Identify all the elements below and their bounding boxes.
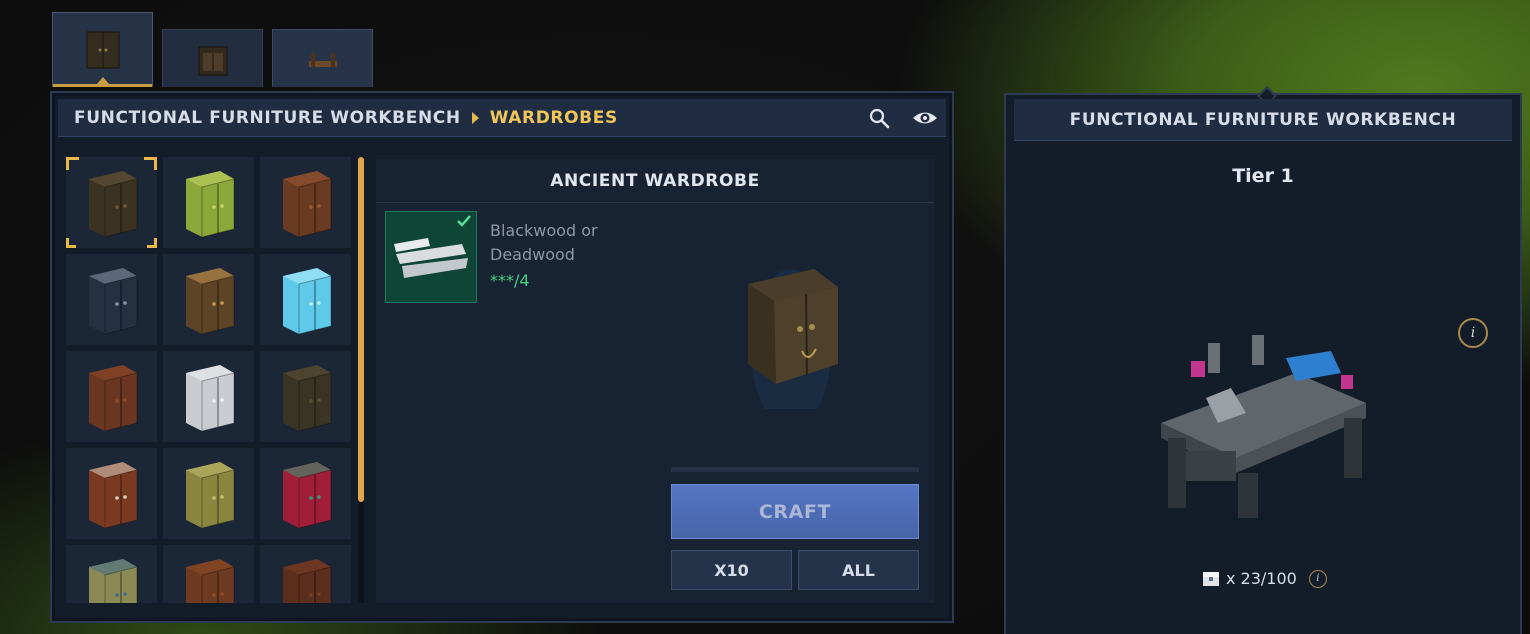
- wardrobe-icon: [88, 558, 137, 603]
- check-icon: [457, 215, 471, 227]
- item-grid: [66, 157, 354, 603]
- info-icon[interactable]: i: [1458, 318, 1488, 348]
- crafting-panel: FUNCTIONAL FURNITURE WORKBENCH WARDROBES…: [50, 91, 954, 623]
- wardrobe-icon: [88, 461, 137, 529]
- breadcrumb-arrow-icon: [471, 111, 479, 124]
- cabinet-tab-icon: [198, 46, 227, 75]
- planks-icon: [394, 238, 468, 278]
- recipe-item[interactable]: [260, 448, 351, 539]
- wardrobe-icon: [185, 558, 234, 603]
- wardrobe-icon: [185, 364, 234, 432]
- recipe-item[interactable]: [163, 351, 254, 442]
- wardrobe-icon: [88, 364, 137, 432]
- wardrobe-icon: [282, 364, 331, 432]
- recipe-item[interactable]: [163, 157, 254, 248]
- item-preview: [748, 269, 838, 409]
- recipe-item[interactable]: [163, 254, 254, 345]
- tier-label: Tier 1: [1232, 165, 1294, 187]
- wardrobe-icon: [88, 170, 137, 238]
- breadcrumb-root[interactable]: FUNCTIONAL FURNITURE WORKBENCH: [74, 108, 461, 128]
- recipe-item[interactable]: [66, 254, 157, 345]
- tab-wardrobes[interactable]: [52, 12, 153, 87]
- wardrobe-icon: [88, 267, 137, 335]
- tab-cabinets[interactable]: [162, 29, 263, 87]
- workbench-title: FUNCTIONAL FURNITURE WORKBENCH: [1014, 99, 1512, 141]
- recipe-detail: ANCIENT WARDROBE Blackwood or Deadwood *…: [376, 159, 934, 603]
- wardrobe-icon: [282, 461, 331, 529]
- bench-tab-icon: [308, 52, 337, 67]
- tab-benches[interactable]: [272, 29, 373, 87]
- storage-info: x 23/100 i: [1202, 569, 1327, 588]
- recipe-item[interactable]: [260, 545, 351, 603]
- material-slot[interactable]: [385, 211, 477, 303]
- craft-all-button[interactable]: ALL: [798, 550, 919, 590]
- scrollbar[interactable]: [358, 157, 364, 603]
- recipe-item[interactable]: [66, 448, 157, 539]
- recipe-title: ANCIENT WARDROBE: [376, 159, 934, 203]
- recipe-item[interactable]: [163, 545, 254, 603]
- wardrobe-icon: [185, 170, 234, 238]
- storage-count: x 23/100: [1226, 569, 1297, 588]
- wardrobe-icon: [282, 267, 331, 335]
- wardrobe-tab-icon: [86, 31, 119, 69]
- eye-icon[interactable]: [912, 107, 937, 129]
- wardrobe-icon: [282, 170, 331, 238]
- recipe-item[interactable]: [66, 545, 157, 603]
- breadcrumb-current: WARDROBES: [489, 107, 618, 128]
- workbench-panel: FUNCTIONAL FURNITURE WORKBENCH Tier 1 i …: [1004, 86, 1522, 634]
- scrollbar-thumb[interactable]: [358, 157, 364, 502]
- material-count: ***/4: [490, 271, 530, 290]
- storage-info-icon[interactable]: i: [1308, 569, 1327, 588]
- recipe-item[interactable]: [66, 351, 157, 442]
- craft-button[interactable]: CRAFT: [671, 484, 919, 539]
- recipe-item[interactable]: [260, 351, 351, 442]
- wardrobe-icon: [282, 558, 331, 603]
- wardrobe-icon: [185, 461, 234, 529]
- craft-x10-button[interactable]: X10: [671, 550, 792, 590]
- recipe-item[interactable]: [260, 254, 351, 345]
- craft-progress-bar: [671, 467, 919, 472]
- search-icon[interactable]: [868, 107, 892, 129]
- recipe-item[interactable]: [66, 157, 157, 248]
- breadcrumb: FUNCTIONAL FURNITURE WORKBENCH WARDROBES: [58, 99, 946, 137]
- wardrobe-icon: [185, 267, 234, 335]
- recipe-item[interactable]: [163, 448, 254, 539]
- workbench-image: [1161, 335, 1366, 518]
- recipe-item[interactable]: [260, 157, 351, 248]
- chest-icon: [1203, 571, 1219, 586]
- material-name: Blackwood or Deadwood: [490, 221, 598, 264]
